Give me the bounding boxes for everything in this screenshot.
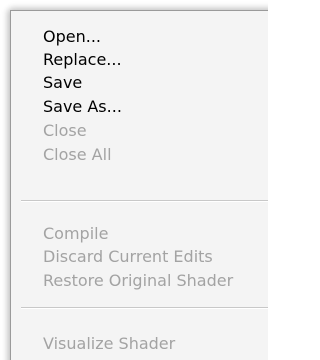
menu-item-save-as[interactable]: Save As... (43, 95, 122, 119)
menu-item-discard-current-edits[interactable]: Discard Current Edits (43, 245, 213, 269)
menu-item-visualize-shader[interactable]: Visualize Shader (43, 332, 175, 356)
menu-item-save[interactable]: Save (43, 71, 82, 95)
context-menu: Open... Replace... Save Save As... Close… (10, 10, 268, 360)
menu-item-open[interactable]: Open... (43, 25, 101, 49)
menu-item-compile[interactable]: Compile (43, 222, 108, 246)
menu-item-restore-original-shader[interactable]: Restore Original Shader (43, 269, 233, 293)
menu-item-close-all[interactable]: Close All (43, 143, 112, 167)
menu-separator (21, 200, 268, 202)
menu-item-replace[interactable]: Replace... (43, 48, 122, 72)
menu-item-close[interactable]: Close (43, 119, 87, 143)
screenshot-stage: Open... Replace... Save Save As... Close… (0, 0, 268, 360)
menu-separator (21, 307, 268, 309)
